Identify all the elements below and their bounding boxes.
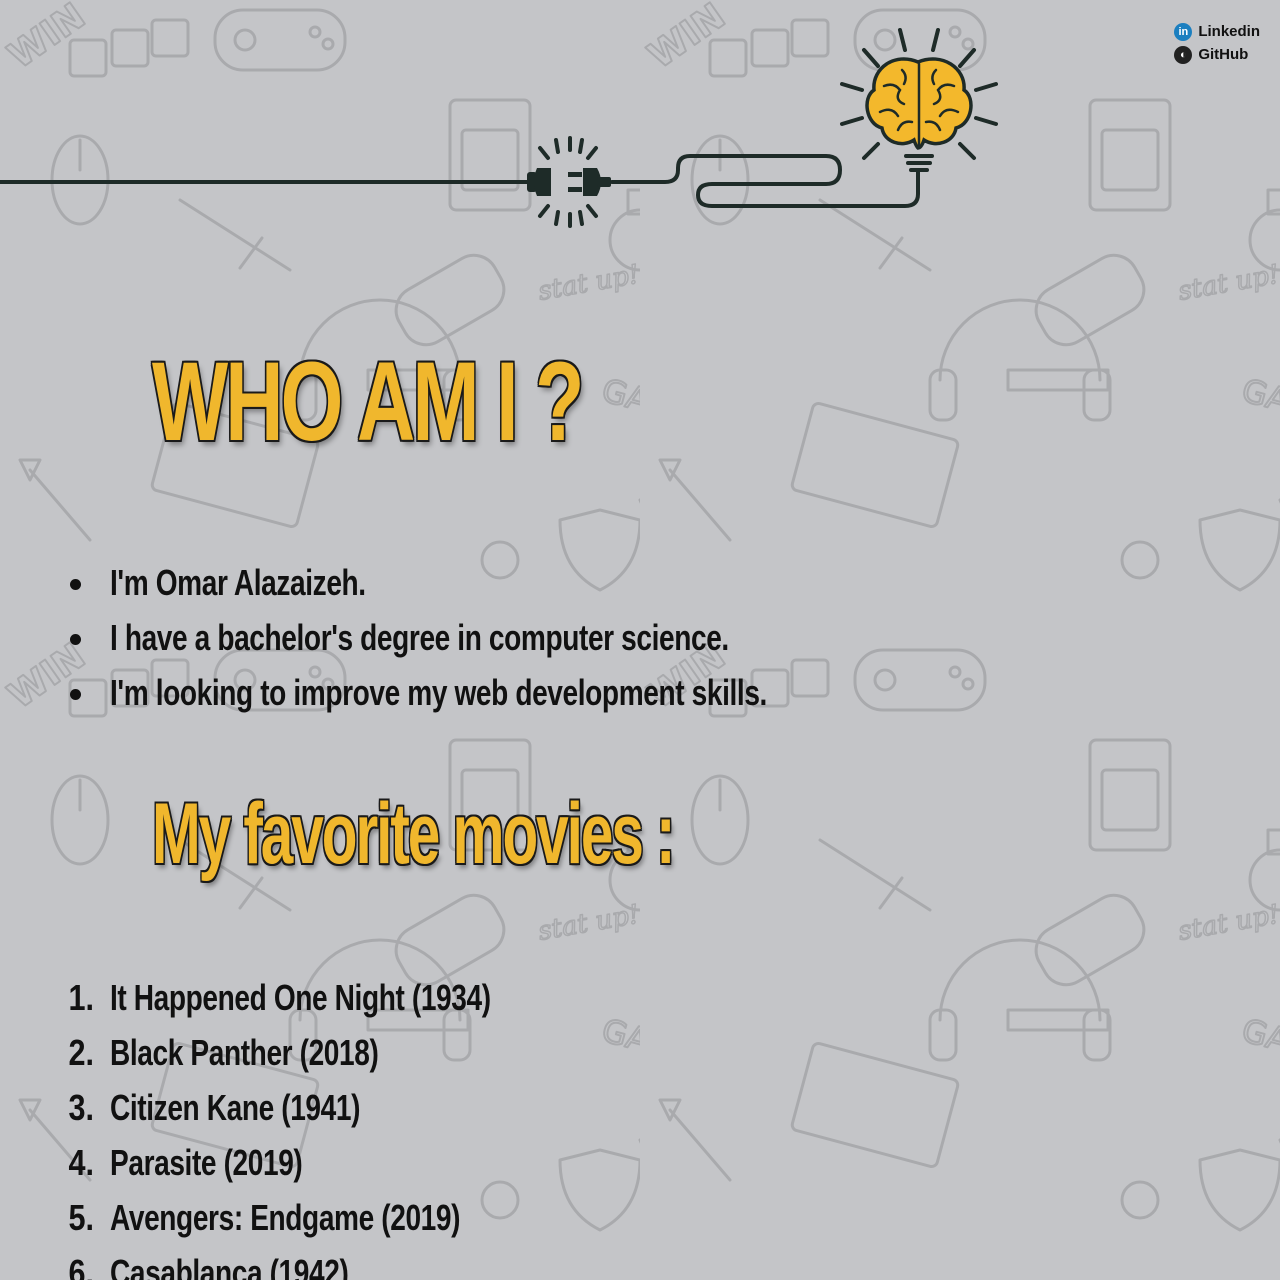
linkedin-link[interactable]: in Linkedin: [1174, 20, 1260, 43]
list-number: 1.: [68, 977, 94, 1018]
page-title: WHO AM I ?: [152, 339, 584, 464]
list-item: I'm looking to improve my web developmen…: [0, 665, 1000, 720]
bullet-icon: [70, 634, 81, 645]
list-item: 1. It Happened One Night (1934): [0, 970, 1000, 1025]
github-link[interactable]: ◐ GitHub: [1174, 43, 1260, 66]
list-item: I'm Omar Alazaizeh.: [0, 555, 1000, 610]
movie-title: It Happened One Night (1934): [110, 977, 491, 1018]
list-item: 4. Parasite (2019): [0, 1135, 1000, 1190]
movie-title: Black Panther (2018): [110, 1032, 379, 1073]
linkedin-icon: in: [1174, 22, 1193, 41]
social-links: in Linkedin ◐ GitHub: [1174, 20, 1260, 66]
about-item-text: I'm looking to improve my web developmen…: [110, 672, 767, 713]
plug-lightbulb-illustration: [0, 28, 998, 228]
movie-title: Parasite (2019): [110, 1142, 303, 1183]
movie-title: Avengers: Endgame (2019): [110, 1197, 461, 1238]
bullet-icon: [70, 579, 81, 590]
movies-list: 1. It Happened One Night (1934) 2. Black…: [0, 970, 1000, 1280]
list-number: 4.: [68, 1142, 94, 1183]
list-item: 2. Black Panther (2018): [0, 1025, 1000, 1080]
github-label: GitHub: [1198, 46, 1249, 63]
about-item-text: I have a bachelor's degree in computer s…: [110, 617, 729, 658]
about-list: I'm Omar Alazaizeh. I have a bachelor's …: [0, 555, 1000, 720]
list-number: 6.: [68, 1252, 94, 1280]
about-item-text: I'm Omar Alazaizeh.: [110, 562, 366, 603]
movie-title: Citizen Kane (1941): [110, 1087, 361, 1128]
list-item: 6. Casablanca (1942): [0, 1245, 1000, 1280]
list-number: 2.: [68, 1032, 94, 1073]
linkedin-label: Linkedin: [1198, 23, 1260, 40]
movie-title: Casablanca (1942): [110, 1252, 349, 1280]
github-icon: ◐: [1174, 45, 1193, 64]
movies-heading: My favorite movies :: [152, 786, 675, 882]
list-item: I have a bachelor's degree in computer s…: [0, 610, 1000, 665]
list-number: 3.: [68, 1087, 94, 1128]
bullet-icon: [70, 689, 81, 700]
list-item: 3. Citizen Kane (1941): [0, 1080, 1000, 1135]
list-item: 5. Avengers: Endgame (2019): [0, 1190, 1000, 1245]
list-number: 5.: [68, 1197, 94, 1238]
